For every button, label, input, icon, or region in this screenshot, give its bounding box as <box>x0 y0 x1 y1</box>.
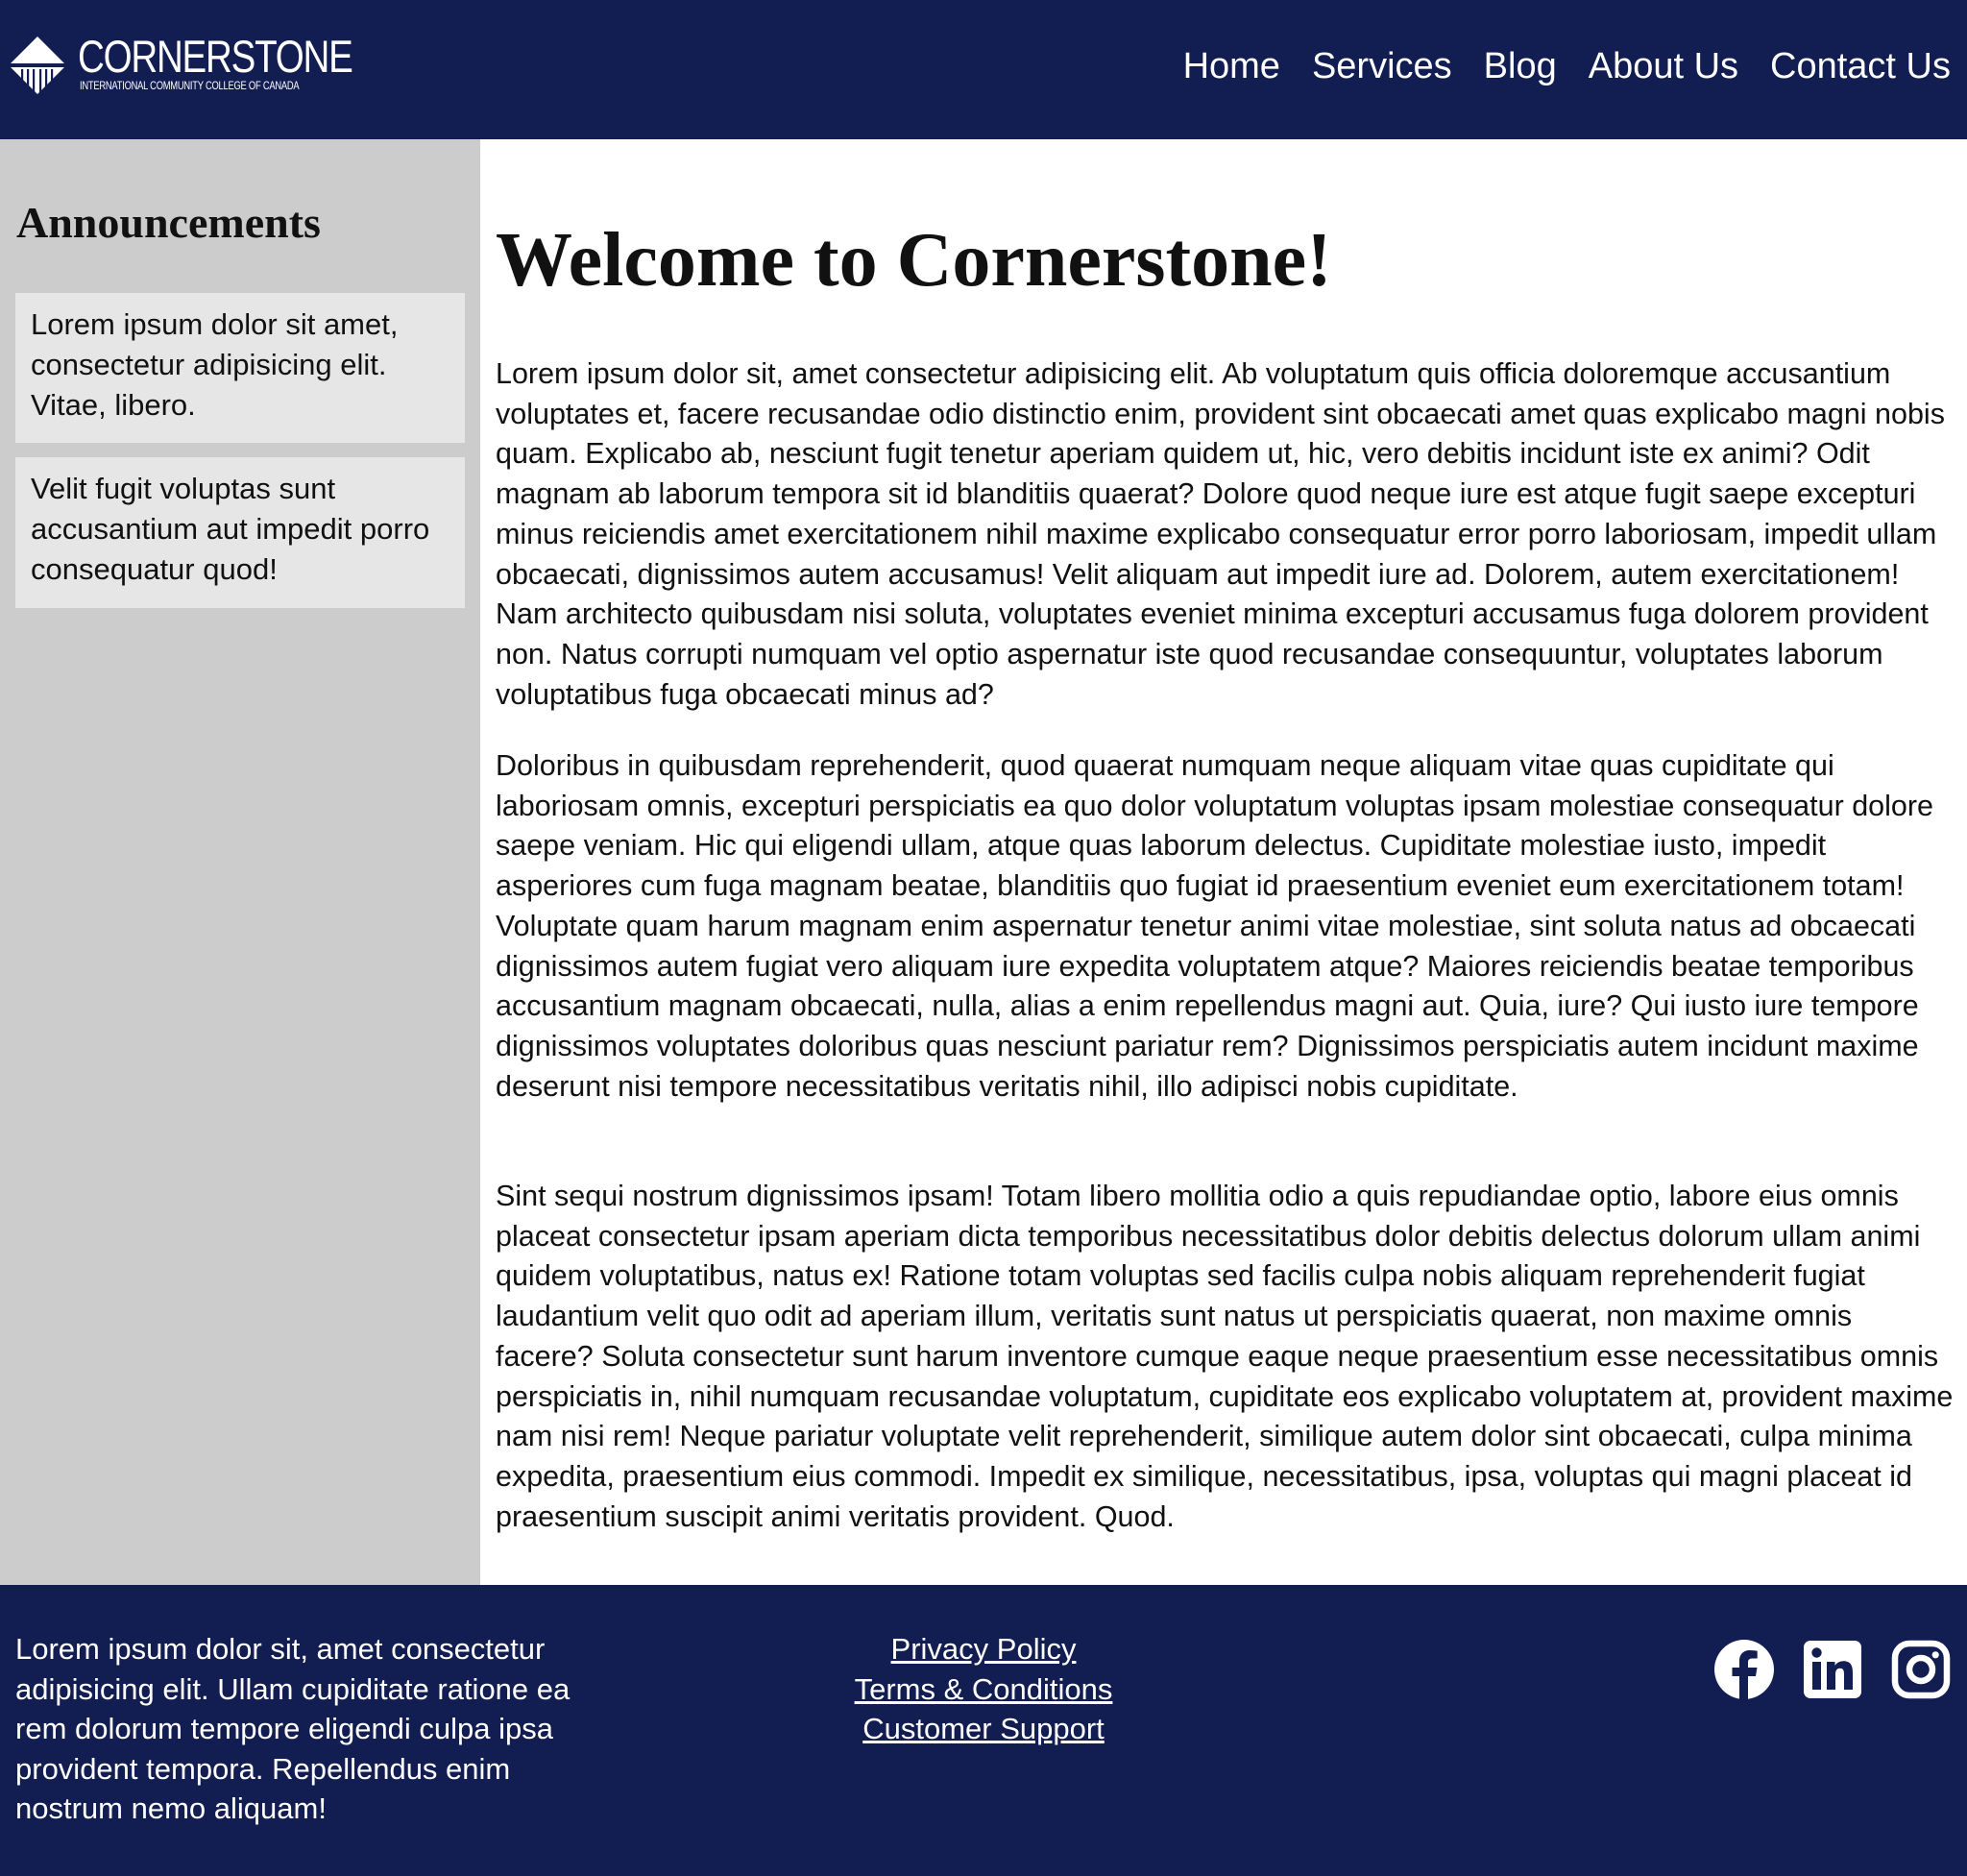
footer-text: Lorem ipsum dolor sit, amet consectetur … <box>15 1632 571 1825</box>
page-title: Welcome to Cornerstone! <box>496 218 1332 303</box>
site-footer: Lorem ipsum dolor sit, amet consectetur … <box>0 1585 1967 1876</box>
announcements-sidebar: Announcements Lorem ipsum dolor sit amet… <box>0 139 480 1585</box>
nav-home[interactable]: Home <box>1183 42 1280 90</box>
cornerstone-logo-icon <box>11 37 64 94</box>
instagram-icon[interactable] <box>1890 1639 1952 1700</box>
nav-blog[interactable]: Blog <box>1484 42 1557 90</box>
customer-support-link[interactable]: Customer Support <box>791 1709 1176 1749</box>
facebook-icon[interactable] <box>1713 1639 1775 1700</box>
footer-links: Privacy Policy Terms & Conditions Custom… <box>791 1629 1176 1749</box>
main-content: Welcome to Cornerstone! Lorem ipsum dolo… <box>480 139 1967 1585</box>
linkedin-icon[interactable] <box>1802 1639 1863 1700</box>
logo-tagline: INTERNATIONAL COMMUNITY COLLEGE OF CANAD… <box>80 79 300 92</box>
content-paragraph: Lorem ipsum dolor sit, amet consectetur … <box>496 357 1945 711</box>
nav-contact-us[interactable]: Contact Us <box>1770 42 1951 90</box>
site-logo[interactable]: CORNERSTONE INTERNATIONAL COMMUNITY COLL… <box>9 31 374 98</box>
logo-name: CORNERSTONE <box>78 31 353 82</box>
site-header: CORNERSTONE INTERNATIONAL COMMUNITY COLL… <box>0 0 1967 139</box>
announcement-item: Lorem ipsum dolor sit amet, consectetur … <box>15 293 465 443</box>
content-paragraph: Sint sequi nostrum dignissimos ipsam! To… <box>496 1180 1954 1533</box>
privacy-policy-link[interactable]: Privacy Policy <box>791 1629 1176 1669</box>
terms-conditions-link[interactable]: Terms & Conditions <box>791 1669 1176 1710</box>
nav-services[interactable]: Services <box>1312 42 1452 90</box>
nav-about-us[interactable]: About Us <box>1589 42 1738 90</box>
content-paragraph: Doloribus in quibusdam reprehenderit, qu… <box>496 749 1933 1103</box>
announcement-item: Velit fugit voluptas sunt accusantium au… <box>15 457 465 608</box>
social-links <box>1687 1639 1952 1700</box>
announcements-title: Announcements <box>16 198 321 247</box>
main-nav: Home Services Blog About Us Contact Us <box>1152 42 1951 90</box>
